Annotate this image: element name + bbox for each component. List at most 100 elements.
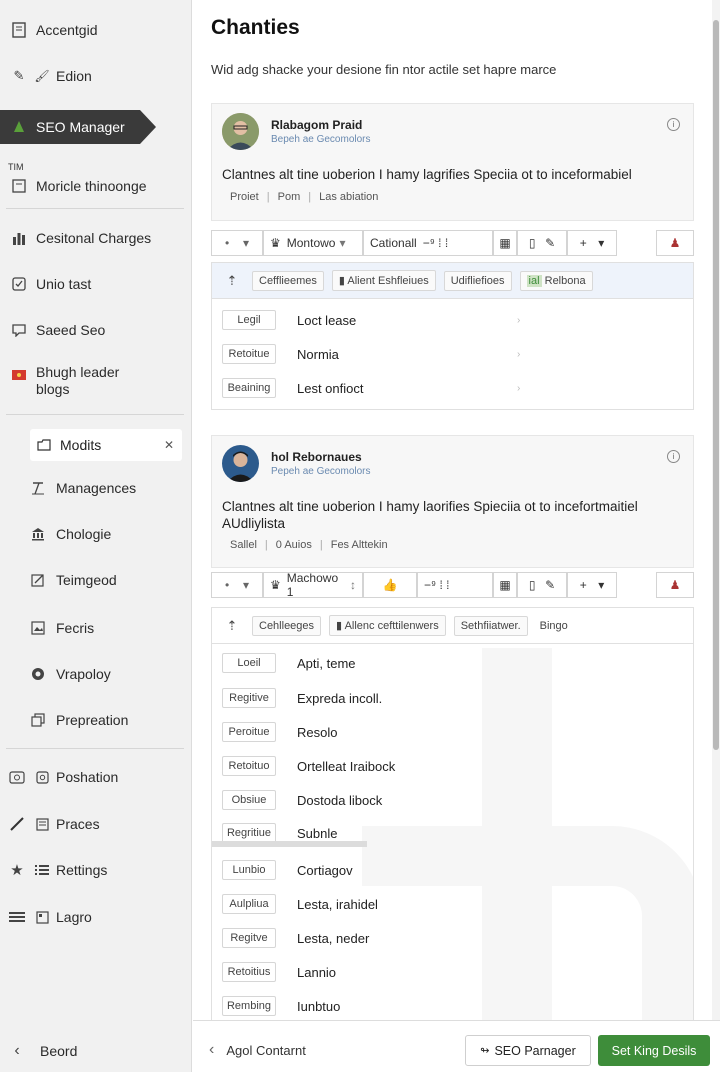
phone-icon: ▯ — [528, 578, 536, 592]
seo-manager-button[interactable]: ↬ SEO Parnager — [465, 1035, 591, 1066]
row-label[interactable]: Peroitue — [222, 722, 276, 742]
table-row[interactable]: Lunbio Cortiagov — [212, 853, 693, 887]
sidebar-item-cesitonal[interactable]: Cesitonal Charges — [0, 226, 190, 250]
row-label[interactable]: Rembing — [222, 996, 276, 1016]
info-icon[interactable]: i — [667, 118, 680, 131]
row-label[interactable]: Obsiue — [222, 790, 276, 810]
sidebar-subitem-managences[interactable]: Managences — [30, 480, 136, 496]
sidebar-subitem-modits[interactable]: Modits ✕ — [30, 429, 182, 461]
table-row[interactable]: Aulpliua Lesta, irahidel — [212, 887, 693, 921]
user-button[interactable]: ♟ — [656, 230, 694, 256]
info-icon[interactable]: i — [667, 450, 680, 463]
scrollbar-thumb[interactable] — [713, 20, 719, 750]
add-button[interactable]: + ▾ — [567, 572, 617, 598]
panel-chip[interactable]: ▮ Allenc cefttilenwers — [329, 615, 446, 636]
row-label[interactable]: Retoituo — [222, 756, 276, 776]
sidebar-item-moricle[interactable]: Moricle thinoonge — [0, 174, 190, 198]
folder-icon — [36, 437, 52, 453]
avatar[interactable] — [222, 445, 259, 482]
table-row[interactable]: Regitive Expreda incoll. — [212, 681, 693, 715]
sidebar-divider — [6, 414, 184, 415]
nav-arrows[interactable]: • ▾ — [211, 572, 263, 598]
sidebar-item-poshation[interactable]: Poshation — [0, 766, 190, 788]
sidebar-item-edion[interactable]: ✎ 🖌 Edion — [0, 64, 190, 88]
panel-chip[interactable]: Sethfiiatwer. — [453, 615, 528, 636]
table-row[interactable]: Rembing Iunbtuo — [212, 989, 693, 1020]
device-button[interactable]: ▯ ✎ — [517, 572, 567, 598]
post-tag[interactable]: Pom — [278, 191, 301, 203]
post-author-name[interactable]: hol Rebornaues — [271, 450, 362, 464]
sidebar-item-seo-manager[interactable]: SEO Manager — [0, 110, 156, 144]
row-label[interactable]: Retoitue — [222, 344, 276, 364]
post-tag[interactable]: 0 Auios — [276, 539, 312, 551]
user-button[interactable]: ♟ — [656, 572, 694, 598]
table-row[interactable]: Regritiue Subnle — [212, 817, 693, 841]
table-row[interactable]: Legil Loct lease › — [212, 303, 695, 337]
table-row[interactable]: Regitve Lesta, neder — [212, 921, 693, 955]
avatar[interactable] — [222, 113, 259, 150]
panel-chip[interactable]: Cefflieemes — [252, 270, 324, 291]
horizontal-scrollbar[interactable] — [212, 841, 367, 847]
sidebar-item-praces[interactable]: Praces — [0, 813, 190, 835]
caret-down-icon: ▾ — [598, 578, 605, 592]
add-button[interactable]: + ▾ — [567, 230, 617, 256]
table-button[interactable]: ▦ — [493, 230, 517, 256]
row-label[interactable]: Aulpliua — [222, 894, 276, 914]
sidebar-item-accentgid[interactable]: Accentgid — [0, 18, 190, 42]
nav-arrows[interactable]: • ▾ — [211, 230, 263, 256]
row-label[interactable]: Regritiue — [222, 823, 276, 841]
emoji-button[interactable]: 👍 — [363, 572, 417, 598]
post-tag[interactable]: Proiet — [230, 191, 259, 203]
style-dropdown[interactable]: −⁹ ⁞ ⁞ — [417, 572, 493, 598]
sidebar-subitem-vrapoloy[interactable]: Vrapoloy — [30, 666, 111, 682]
bar-chart-icon — [10, 229, 28, 247]
row-label[interactable]: Beaining — [222, 378, 276, 398]
style-dropdown[interactable]: Cationall −⁹ ⁞ ⁞ — [363, 230, 493, 256]
rules-panel: ⇡ Cehlleeges ▮ Allenc cefttilenwers Seth… — [211, 607, 694, 1020]
sidebar-item-rettings[interactable]: ★ Rettings — [0, 859, 190, 881]
table-row[interactable]: Peroitue Resolo — [212, 715, 693, 749]
panel-chip[interactable]: ▮ Alient Eshfleiues — [331, 270, 436, 291]
sidebar-subitem-prepreation[interactable]: Prepreation — [30, 712, 128, 728]
post-tag[interactable]: Fes Alttekin — [331, 539, 388, 551]
sidebar-item-lagro[interactable]: Lagro — [0, 906, 190, 928]
arrow-up-icon[interactable]: ⇡ — [212, 618, 252, 634]
row-label[interactable]: Regitve — [222, 928, 276, 948]
sidebar-subitem-chologie[interactable]: Chologie — [30, 526, 111, 542]
vertical-scrollbar[interactable] — [712, 0, 720, 1020]
user-icon: ♟ — [669, 578, 681, 592]
table-row[interactable]: Retoitue Normia › — [212, 337, 695, 371]
back-link[interactable]: ‹ Agol Contarnt — [209, 1041, 306, 1059]
sidebar-back-link[interactable]: ‹ Beord — [0, 1040, 190, 1062]
row-label[interactable]: Lunbio — [222, 860, 276, 880]
table-row[interactable]: Obsiue Dostoda libock — [212, 783, 693, 817]
row-label[interactable]: Loeil — [222, 653, 276, 673]
table-row[interactable]: Retoituo Ortelleat Iraibock — [212, 749, 693, 783]
panel-chip[interactable]: Cehlleeges — [252, 615, 322, 636]
table-row[interactable]: Loeil Apti, teme — [212, 646, 693, 680]
device-button[interactable]: ▯ ✎ — [517, 230, 567, 256]
table-row[interactable]: Beaining Lest onfioct › — [212, 371, 695, 405]
sidebar-item-saeed-seo[interactable]: Saeed Seo — [0, 318, 190, 342]
sidebar-subitem-fecris[interactable]: Fecris — [30, 620, 94, 636]
sidebar-subitem-teimgeod[interactable]: Teimgeod — [30, 572, 117, 588]
post-tag[interactable]: Sallel — [230, 539, 257, 551]
close-icon[interactable]: ✕ — [164, 438, 174, 452]
panel-chip[interactable]: Udifliefioes — [443, 270, 512, 291]
sidebar-item-bhugh[interactable]: Bhugh leader blogs — [0, 364, 190, 404]
row-label[interactable]: Regitive — [222, 688, 276, 708]
primary-action-button[interactable]: Set King Desils — [598, 1035, 710, 1066]
format-dropdown[interactable]: ♛ Machowo 1 ↕ — [263, 571, 363, 599]
panel-chip[interactable]: Bingo — [540, 620, 568, 632]
table-row[interactable]: Retoitius Lannio — [212, 955, 693, 989]
format-dropdown[interactable]: ♛ Montowo ▾ — [263, 230, 363, 256]
arrow-up-icon[interactable]: ⇡ — [212, 273, 252, 289]
post-author-name[interactable]: Rlabagom Praid — [271, 118, 362, 132]
panel-chip[interactable]: ial Relbona — [519, 270, 593, 291]
row-label[interactable]: Legil — [222, 310, 276, 330]
table-button[interactable]: ▦ — [493, 572, 517, 598]
caret-down-icon: ▾ — [598, 236, 605, 250]
sidebar-item-unio-tast[interactable]: Unio tast — [0, 272, 190, 296]
post-tag[interactable]: Las abiation — [319, 191, 378, 203]
row-label[interactable]: Retoitius — [222, 962, 276, 982]
